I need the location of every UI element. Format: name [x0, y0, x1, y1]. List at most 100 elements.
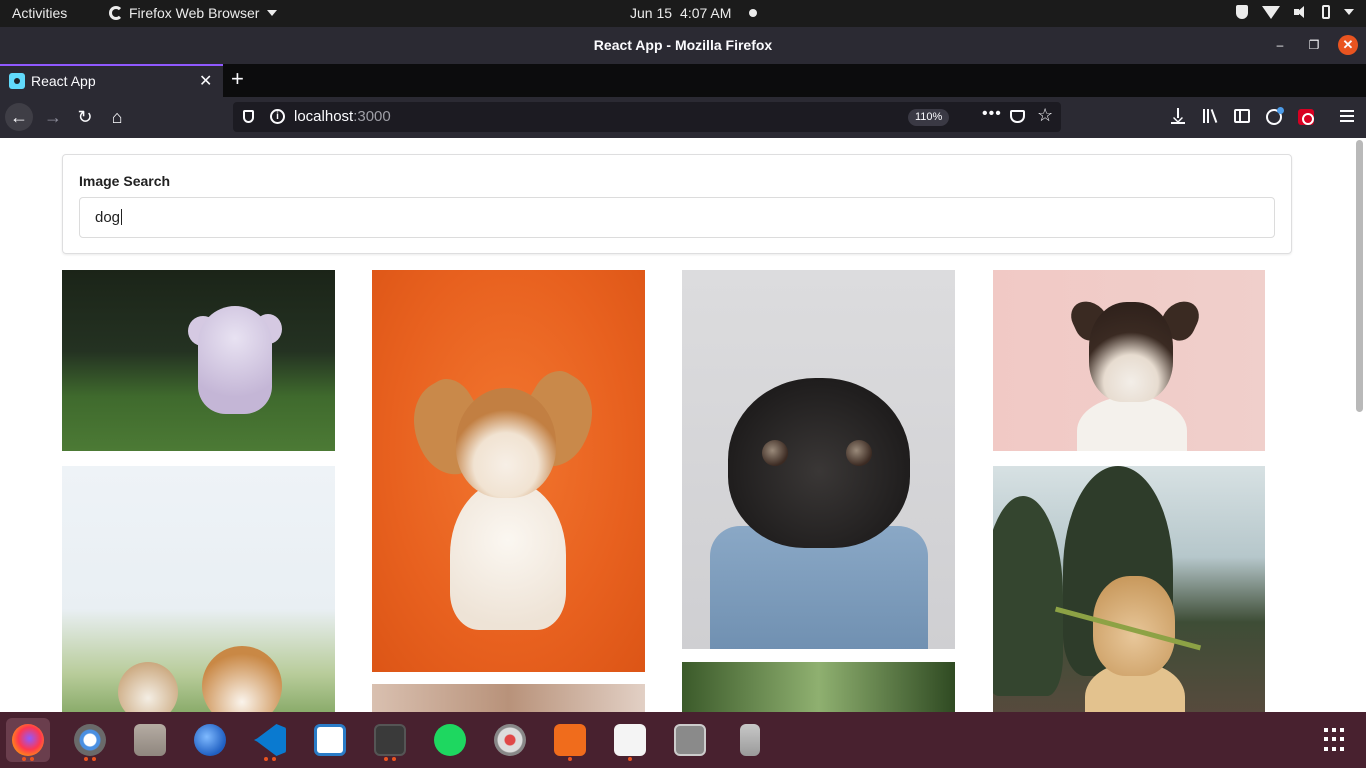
page-actions-menu-icon[interactable]: •••: [982, 105, 1002, 123]
minimize-button[interactable]: –: [1270, 35, 1290, 55]
dock-firefox[interactable]: [6, 718, 50, 762]
terminal-icon: [374, 724, 406, 756]
dog-eye: [762, 440, 788, 466]
close-window-button[interactable]: ✕: [1338, 35, 1358, 55]
dock-rhythmbox[interactable]: [488, 718, 532, 762]
running-indicator: [30, 757, 34, 761]
running-indicator: [628, 757, 632, 761]
security-shield-icon[interactable]: [1236, 5, 1248, 19]
gnome-top-bar: Activities Firefox Web Browser Jun 15 4:…: [0, 0, 1366, 27]
home-button[interactable]: ⌂: [103, 103, 131, 131]
url-bar[interactable]: i localhost:3000 110% ••• ☆: [233, 102, 1061, 132]
hamburger-menu-button[interactable]: [1337, 106, 1357, 128]
sidebar-button[interactable]: [1232, 106, 1252, 128]
app-menu[interactable]: Firefox Web Browser: [109, 5, 278, 21]
image-partial-2[interactable]: [682, 662, 955, 712]
activities-button[interactable]: Activities: [12, 5, 67, 21]
rhythmbox-icon: [494, 724, 526, 756]
dock-text-editor[interactable]: [608, 718, 652, 762]
image-puppies-in-grass[interactable]: [62, 466, 335, 712]
image-jack-russell-pink[interactable]: [993, 270, 1265, 451]
page-content: Image Search dog: [0, 138, 1366, 712]
notification-dot-icon: [749, 9, 757, 17]
new-tab-button[interactable]: +: [231, 66, 244, 92]
system-tray[interactable]: [1236, 5, 1354, 19]
image-corgi-puppy-orange[interactable]: [372, 270, 645, 672]
image-partial-1[interactable]: [372, 684, 645, 712]
show-applications-icon[interactable]: [1324, 728, 1348, 752]
system-menu-chevron-icon[interactable]: [1344, 9, 1354, 15]
dock-usb-drive[interactable]: [728, 718, 772, 762]
vscode-icon: [254, 724, 286, 756]
dock: [0, 712, 1366, 768]
dock-software[interactable]: [548, 718, 592, 762]
dock-vscode[interactable]: [248, 718, 292, 762]
dock-thunderbird[interactable]: [188, 718, 232, 762]
usb-drive-icon: [740, 724, 760, 756]
spotify-icon: [434, 724, 466, 756]
puppy: [202, 646, 282, 712]
chrome-icon: [74, 724, 106, 756]
bookmark-star-icon[interactable]: ☆: [1037, 105, 1053, 126]
dock-spotify[interactable]: [428, 718, 472, 762]
clock[interactable]: Jun 15 4:07 AM: [630, 5, 731, 21]
dog-chest: [1077, 396, 1187, 451]
dock-files[interactable]: [128, 718, 172, 762]
dock-chrome[interactable]: [68, 718, 112, 762]
tracking-protection-icon[interactable]: [243, 110, 254, 123]
window-title-bar: React App - Mozilla Firefox – ❐ ✕: [0, 27, 1366, 64]
dock-writer[interactable]: [308, 718, 352, 762]
thunderbird-icon: [194, 724, 226, 756]
back-button[interactable]: ←: [5, 103, 33, 131]
running-indicator: [92, 757, 96, 761]
tab-react-app[interactable]: React App ✕: [0, 64, 223, 97]
running-indicator: [272, 757, 276, 761]
running-indicator: [22, 757, 26, 761]
account-button[interactable]: [1264, 106, 1284, 128]
text-cursor: [121, 209, 123, 225]
maximize-button[interactable]: ❐: [1304, 35, 1324, 55]
library-icon: [1203, 109, 1218, 125]
downloads-button[interactable]: [1168, 106, 1188, 128]
image-pug-denim-jacket[interactable]: [682, 270, 955, 649]
search-input-value: dog: [95, 209, 121, 226]
reload-button[interactable]: ↻: [71, 103, 99, 131]
url-text[interactable]: localhost:3000: [294, 108, 391, 125]
window-title: React App - Mozilla Firefox: [593, 37, 773, 53]
sidebar-icon: [1234, 109, 1250, 123]
search-input[interactable]: dog: [79, 197, 1275, 238]
url-port: :3000: [353, 108, 391, 125]
battery-icon[interactable]: [1322, 5, 1330, 19]
search-label: Image Search: [79, 173, 171, 189]
volume-icon[interactable]: [1294, 5, 1308, 19]
dog-eye: [846, 440, 872, 466]
wifi-icon[interactable]: [1262, 5, 1280, 19]
image-fluffy-dog-running[interactable]: [62, 270, 335, 451]
site-info-icon[interactable]: i: [270, 109, 285, 124]
dog-head: [456, 388, 556, 498]
puppy: [118, 662, 178, 712]
dock-terminal[interactable]: [368, 718, 412, 762]
tab-title: React App: [31, 73, 96, 89]
clock-time: 4:07 AM: [680, 5, 732, 21]
dog-head: [1089, 302, 1173, 402]
dog-head: [728, 378, 910, 548]
hamburger-icon: [1340, 110, 1354, 122]
pocket-icon[interactable]: [1010, 110, 1025, 123]
library-button[interactable]: [1200, 106, 1220, 128]
running-indicator: [392, 757, 396, 761]
zoom-level-button[interactable]: 110%: [908, 109, 950, 126]
react-favicon-icon: [9, 73, 25, 89]
firefox-icon: [12, 724, 44, 756]
image-golden-puppy-flower[interactable]: [993, 466, 1265, 712]
dog-body: [198, 306, 272, 414]
dock-tablet[interactable]: [668, 718, 712, 762]
extension-button[interactable]: [1296, 106, 1316, 128]
account-icon: [1266, 107, 1284, 125]
forward-button[interactable]: →: [39, 103, 67, 131]
close-tab-icon[interactable]: ✕: [199, 71, 212, 91]
running-indicator: [384, 757, 388, 761]
page-scrollbar[interactable]: [1356, 140, 1363, 412]
clock-date: Jun 15: [630, 5, 673, 21]
writer-icon: [314, 724, 346, 756]
